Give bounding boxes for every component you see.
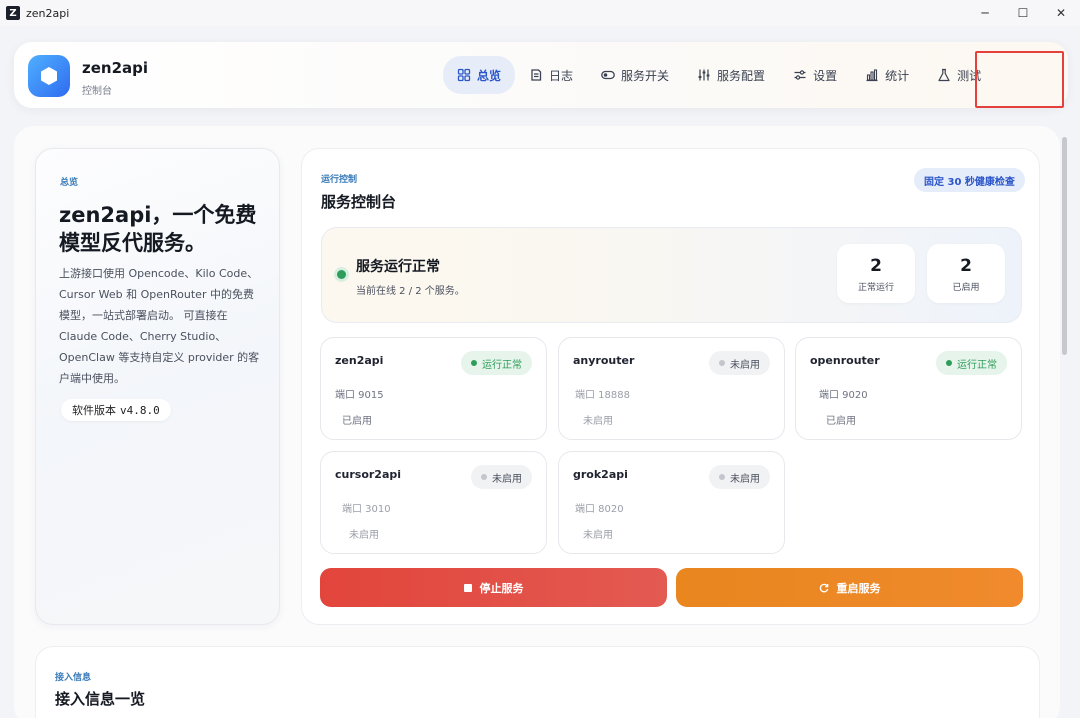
status-dot-icon	[719, 474, 725, 480]
service-status-pill: 未启用	[709, 465, 770, 489]
service-card-openrouter[interactable]: openrouter 运行正常 端口 9020 已启用	[795, 337, 1022, 440]
top-navigation-bar: zen2api 控制台 总览 日志 服务开关 服务配置 设置 统计 测试	[14, 42, 1068, 108]
service-status-text: 未启用	[492, 473, 522, 485]
nav-tab-overview[interactable]: 总览	[443, 56, 516, 94]
enabled-label: 已启用	[952, 283, 980, 293]
nav-tab-label: 服务开关	[621, 68, 670, 83]
nav-tab-label: 总览	[477, 68, 502, 83]
stop-icon	[463, 583, 472, 592]
nav-tab-label: 服务配置	[717, 68, 766, 83]
nav-tab-statistics[interactable]: 统计	[851, 56, 923, 94]
grid-icon	[457, 68, 471, 82]
control-title: 服务控制台	[321, 193, 397, 211]
window-titlebar: Z zen2api ─ ☐ ✕	[0, 0, 1080, 26]
app-icon: Z	[6, 6, 20, 20]
service-name: zen2api	[335, 354, 384, 367]
minimize-button[interactable]: ─	[966, 0, 1004, 26]
service-status-text: 未启用	[730, 473, 760, 485]
version-value: v4.8.0	[120, 403, 160, 417]
nav-tab-test[interactable]: 测试	[923, 56, 995, 94]
overview-kicker: 总览	[60, 178, 79, 188]
service-port: 端口 18888	[575, 390, 630, 401]
service-port: 端口 9015	[335, 390, 384, 401]
service-enabled-state: 已启用	[826, 416, 856, 427]
brand-logo-icon	[28, 55, 70, 97]
nav-tab-settings[interactable]: 设置	[779, 56, 851, 94]
nav-tab-label: 测试	[957, 68, 982, 83]
service-status-text: 未启用	[730, 359, 760, 371]
close-button[interactable]: ✕	[1042, 0, 1080, 26]
overview-card: 总览 zen2api，一个免费模型反代服务。 上游接口使用 Opencode、K…	[35, 148, 280, 625]
scrollbar-thumb[interactable]	[1062, 137, 1067, 355]
service-status-panel: 服务运行正常 当前在线 2 / 2 个服务。 2 正常运行 2 已启用	[321, 227, 1022, 323]
service-enabled-state: 未启用	[583, 416, 613, 427]
service-enabled-state: 未启用	[349, 530, 379, 541]
access-title: 接入信息一览	[55, 690, 146, 708]
enabled-count: 2	[960, 256, 972, 276]
nav-tab-label: 日志	[549, 68, 574, 83]
service-name: openrouter	[810, 354, 880, 367]
version-label: 软件版本	[72, 404, 116, 417]
service-name: anyrouter	[573, 354, 635, 367]
service-status-pill: 未启用	[709, 351, 770, 375]
stop-service-label: 停止服务	[479, 581, 524, 595]
access-kicker: 接入信息	[55, 673, 92, 683]
status-subtitle: 当前在线 2 / 2 个服务。	[356, 286, 465, 297]
status-dot-icon	[471, 360, 477, 366]
service-port: 端口 3010	[342, 504, 391, 515]
status-ok-indicator	[337, 270, 346, 279]
main-nav: 总览 日志 服务开关 服务配置 设置 统计 测试	[443, 56, 995, 94]
nav-tab-label: 设置	[813, 68, 838, 83]
window-title: zen2api	[26, 6, 70, 20]
bar-chart-icon	[866, 69, 878, 82]
settings-icon	[794, 70, 806, 80]
running-count-box: 2 正常运行	[837, 244, 915, 303]
service-card-grok2api[interactable]: grok2api 未启用 端口 8020 未启用	[558, 451, 785, 554]
log-icon	[531, 69, 542, 81]
service-name: grok2api	[573, 468, 628, 481]
restart-service-button[interactable]: 重启服务	[676, 568, 1023, 607]
service-status-text: 运行正常	[957, 359, 997, 371]
running-count: 2	[870, 256, 882, 276]
service-name: cursor2api	[335, 468, 402, 481]
window-controls: ─ ☐ ✕	[966, 0, 1080, 26]
running-label: 正常运行	[857, 283, 894, 293]
toggle-icon	[601, 70, 615, 80]
service-status-pill: 运行正常	[936, 351, 1007, 375]
service-status-text: 运行正常	[482, 359, 522, 371]
status-dot-icon	[719, 360, 725, 366]
service-port: 端口 9020	[819, 390, 868, 401]
nav-tab-logs[interactable]: 日志	[515, 56, 587, 94]
service-control-card: 运行控制 服务控制台 固定 30 秒健康检查 服务运行正常 当前在线 2 / 2…	[301, 148, 1040, 625]
overview-description: 上游接口使用 Opencode、Kilo Code、Cursor Web 和 O…	[59, 267, 260, 385]
restart-icon	[819, 583, 828, 592]
health-check-badge: 固定 30 秒健康检查	[914, 168, 1025, 192]
restart-service-label: 重启服务	[836, 581, 881, 595]
overview-title: zen2api，一个免费模型反代服务。	[59, 203, 257, 255]
flask-icon	[938, 68, 950, 82]
status-title: 服务运行正常	[356, 259, 440, 275]
status-dot-icon	[946, 360, 952, 366]
service-card-zen2api[interactable]: zen2api 运行正常 端口 9015 已启用	[320, 337, 547, 440]
enabled-count-box: 2 已启用	[927, 244, 1005, 303]
control-kicker: 运行控制	[321, 175, 358, 185]
service-enabled-state: 未启用	[583, 530, 613, 541]
nav-tab-label: 统计	[885, 68, 910, 83]
status-dot-icon	[481, 474, 487, 480]
stop-service-button[interactable]: 停止服务	[320, 568, 667, 607]
version-badge: 软件版本 v4.8.0	[61, 399, 171, 421]
service-card-cursor2api[interactable]: cursor2api 未启用 端口 3010 未启用	[320, 451, 547, 554]
brand-subtitle: 控制台	[82, 86, 112, 97]
nav-tab-service-config[interactable]: 服务配置	[683, 56, 779, 94]
service-port: 端口 8020	[575, 504, 624, 515]
sliders-icon	[698, 69, 710, 81]
nav-tab-service-switch[interactable]: 服务开关	[587, 56, 683, 94]
brand-name: zen2api	[82, 59, 149, 77]
service-status-pill: 未启用	[471, 465, 532, 489]
service-status-pill: 运行正常	[461, 351, 532, 375]
access-info-card: 接入信息 接入信息一览	[35, 646, 1040, 718]
maximize-button[interactable]: ☐	[1004, 0, 1042, 26]
service-card-anyrouter[interactable]: anyrouter 未启用 端口 18888 未启用	[558, 337, 785, 440]
service-enabled-state: 已启用	[342, 416, 372, 427]
